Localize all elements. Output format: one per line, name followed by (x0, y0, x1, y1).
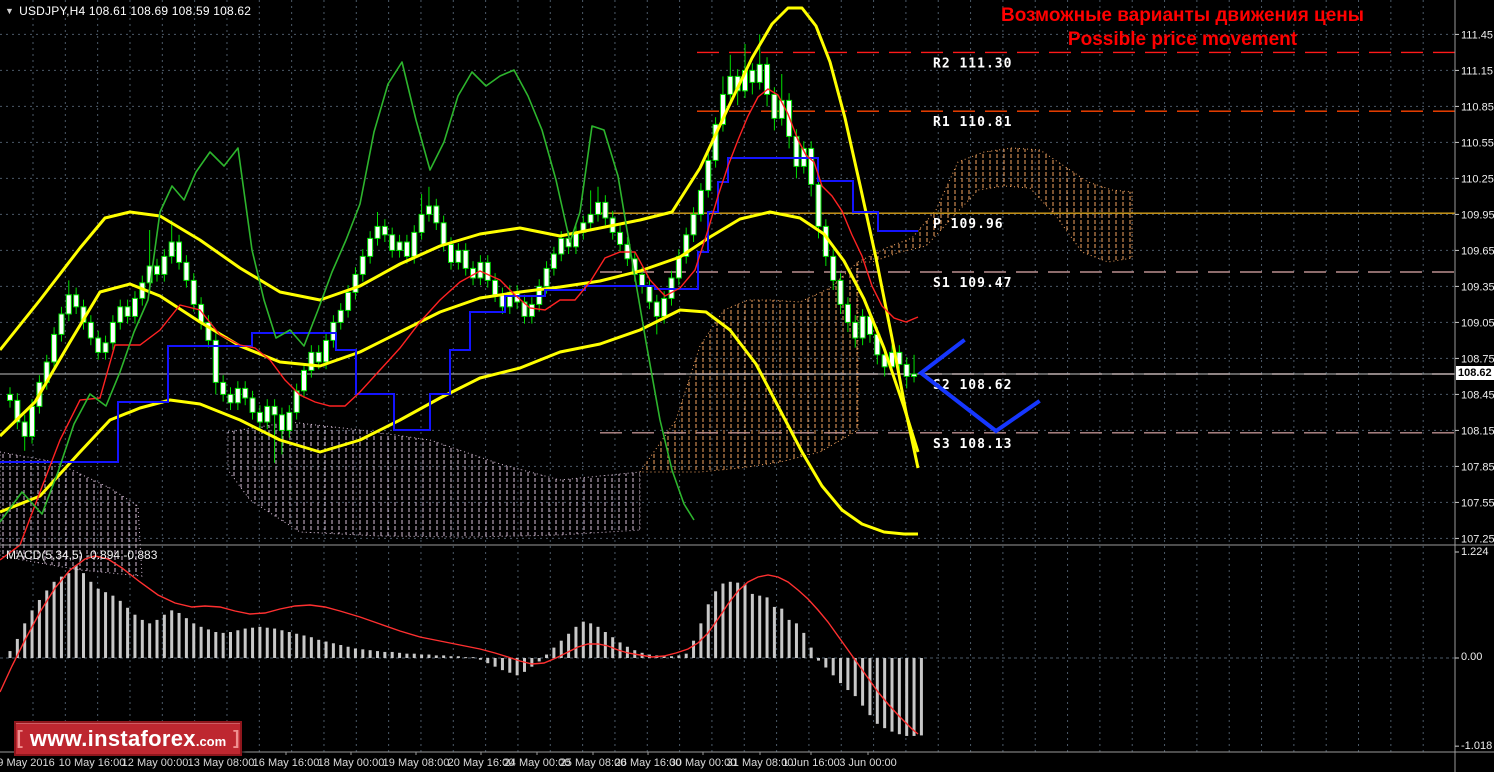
pivot-label-r2: R2 111.30 (933, 56, 1012, 71)
symbol-ohlc-title: USDJPY,H4 108.61 108.69 108.59 108.62 (19, 4, 252, 18)
price-axis-label: 107.25 (1461, 533, 1494, 545)
macd-axis-zero: 0.00 (1461, 651, 1483, 663)
instaforex-watermark: [ www.instaforex .com ] (14, 721, 242, 756)
price-axis-label: 110.55 (1461, 137, 1494, 149)
time-axis-label: 10 May 16:00 (59, 757, 126, 769)
pivot-label-s3: S3 108.13 (933, 437, 1012, 452)
macd-pane (0, 555, 923, 736)
price-axis-label: 109.05 (1461, 317, 1494, 329)
mt4-chart-window: R2 111.30 R1 110.81 P 109.96 S1 109.47 S2 10… (0, 0, 1494, 772)
time-axis-label: 13 May 08:00 (188, 757, 255, 769)
pivot-label-p: P 109.96 (933, 217, 1004, 232)
pivot-label-s1: S1 109.47 (933, 276, 1012, 291)
macd-axis-top: 1.224 (1461, 546, 1489, 558)
pivot-label-r1: R1 110.81 (933, 115, 1012, 130)
price-axis-label: 108.45 (1461, 389, 1494, 401)
price-chart-canvas: R2 111.30R1 110.81P 109.96S1 109.47S2 10… (0, 0, 1494, 772)
watermark-text: www.instaforex (29, 725, 196, 751)
chart-dropdown-icon[interactable]: ▼ (5, 6, 14, 16)
watermark-suffix: .com (195, 734, 227, 749)
annotation-line-en: Possible price movement (1067, 29, 1298, 50)
price-axis-label: 109.35 (1461, 281, 1494, 293)
time-axis-label: 9 May 2016 (0, 757, 55, 769)
price-axis-label: 109.95 (1461, 209, 1494, 221)
current-price-badge: 108.62 (1456, 366, 1494, 380)
macd-axis-bottom: -1.018 (1461, 740, 1493, 752)
watermark-bracket-left: [ (16, 727, 23, 749)
time-axis-label: 18 May 00:00 (318, 757, 385, 769)
price-axis-label: 108.15 (1461, 425, 1494, 437)
time-axis-label: 3 Jun 00:00 (839, 757, 897, 769)
annotation-line-ru: Возможные варианты движения цены (1000, 5, 1365, 26)
time-axis-label: 16 May 16:00 (253, 757, 320, 769)
price-axis-label: 111.45 (1461, 29, 1493, 41)
chart-title: ▼ USDJPY,H4 108.61 108.69 108.59 108.62 (5, 4, 251, 18)
macd-indicator-label: MACD(5,34,5) -0.894 -0.883 (6, 548, 158, 562)
price-axis-label: 107.85 (1461, 461, 1494, 473)
price-axis-label: 111.15 (1461, 65, 1493, 77)
price-axis-label: 110.25 (1461, 173, 1494, 185)
price-axis-label: 108.75 (1461, 353, 1494, 365)
price-axis-label: 110.85 (1461, 101, 1494, 113)
price-axis-label: 107.55 (1461, 497, 1494, 509)
price-axis-label: 109.65 (1461, 245, 1494, 257)
time-axis-label: 1 Jun 16:00 (782, 757, 840, 769)
time-axis-label: 19 May 08:00 (383, 757, 450, 769)
ichimoku-cloud (0, 147, 1133, 577)
watermark-bracket-right: ] (233, 727, 240, 749)
time-axis-label: 12 May 00:00 (122, 757, 189, 769)
